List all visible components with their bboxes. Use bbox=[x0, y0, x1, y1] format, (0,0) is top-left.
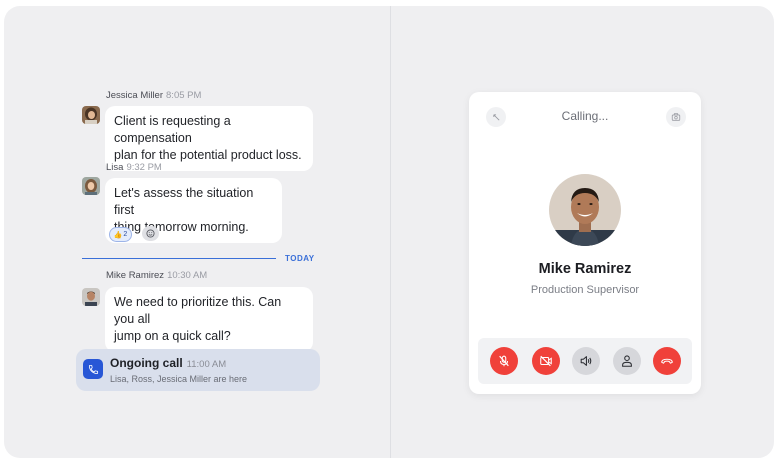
call-controls bbox=[478, 338, 692, 384]
message-bubble: We need to prioritize this. Can you all … bbox=[105, 287, 313, 352]
message-time: 8:05 PM bbox=[166, 90, 202, 101]
caller-role: Production Supervisor bbox=[530, 284, 640, 296]
add-reaction-button[interactable] bbox=[142, 226, 159, 241]
message-text-line: Client is requesting a compensation bbox=[114, 114, 231, 145]
message-text-line: jump on a quick call? bbox=[114, 329, 231, 343]
smiley-icon bbox=[146, 229, 155, 238]
avatar-mike[interactable] bbox=[82, 288, 100, 306]
sender-name: Lisa bbox=[106, 162, 124, 173]
message-text-line: Let's assess the situation first bbox=[114, 186, 254, 217]
caller-avatar bbox=[549, 174, 621, 246]
ongoing-call-participants: Lisa, Ross, Jessica Miller are here bbox=[110, 374, 248, 384]
date-divider-line bbox=[82, 258, 276, 259]
person-icon bbox=[622, 355, 632, 367]
hang-up-icon bbox=[661, 358, 673, 364]
panel-divider bbox=[390, 6, 391, 458]
message-time: 10:30 AM bbox=[167, 270, 208, 281]
camera-button[interactable] bbox=[666, 107, 686, 127]
caller-name: Mike Ramirez bbox=[538, 261, 632, 277]
mic-off-icon bbox=[499, 355, 509, 367]
speaker-icon bbox=[580, 356, 592, 366]
video-off-button[interactable] bbox=[532, 347, 560, 375]
avatar-jessica[interactable] bbox=[82, 106, 100, 124]
speaker-button[interactable] bbox=[572, 347, 600, 375]
message-meta: Jessica Miller 8:05 PM bbox=[106, 90, 201, 101]
phone-icon bbox=[83, 359, 103, 379]
message-text-line: thing tomorrow morning. bbox=[114, 220, 249, 234]
message-text-line: We need to prioritize this. Can you all bbox=[114, 295, 282, 326]
ongoing-call-time: 11:00 AM bbox=[186, 359, 227, 370]
video-off-icon bbox=[540, 355, 552, 367]
sender-name: Jessica Miller bbox=[106, 90, 164, 101]
sender-name: Mike Ramirez bbox=[106, 270, 165, 281]
app-frame: Jessica Miller 8:05 PM Client is requesti… bbox=[4, 6, 774, 458]
mute-mic-button[interactable] bbox=[490, 347, 518, 375]
ongoing-call-label: Ongoing call bbox=[110, 356, 183, 370]
message-meta: Lisa 9:32 PM bbox=[106, 162, 162, 173]
date-divider-label: TODAY bbox=[285, 254, 315, 263]
message-meta: Mike Ramirez 10:30 AM bbox=[106, 270, 207, 281]
camera-icon bbox=[671, 113, 681, 121]
ongoing-call-title: Ongoing call 11:00 AM bbox=[110, 356, 226, 370]
reaction-count: 2 bbox=[123, 231, 128, 238]
reaction-thumbs-up[interactable]: 👍 2 bbox=[109, 227, 132, 242]
thumbs-up-icon: 👍 bbox=[113, 231, 123, 239]
ongoing-call-banner[interactable]: Ongoing call 11:00 AM Lisa, Ross, Jessica… bbox=[76, 349, 320, 391]
call-card: Calling... Mike Ramirez Production Super… bbox=[469, 92, 701, 394]
participants-button[interactable] bbox=[613, 347, 641, 375]
message-time: 9:32 PM bbox=[126, 162, 162, 173]
avatar-lisa[interactable] bbox=[82, 177, 100, 195]
end-call-button[interactable] bbox=[653, 347, 681, 375]
